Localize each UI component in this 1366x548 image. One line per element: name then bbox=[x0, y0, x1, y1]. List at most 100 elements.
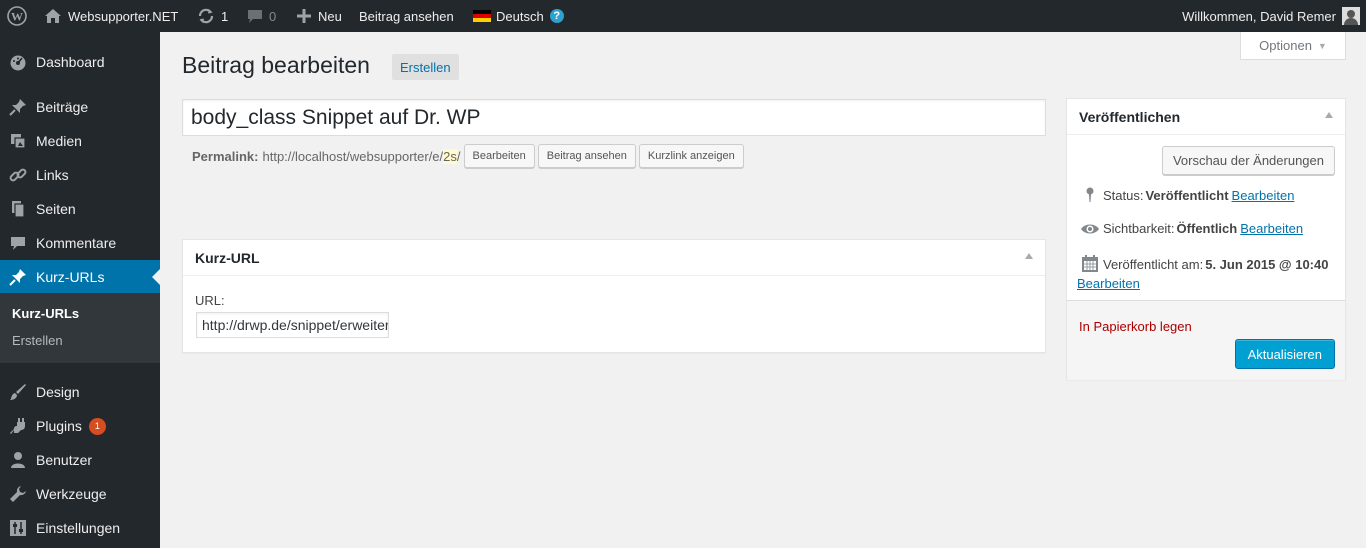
menu-settings-label: Einstellungen bbox=[36, 520, 121, 536]
menu-users[interactable]: Benutzer bbox=[0, 443, 160, 477]
edit-permalink-button[interactable]: Bearbeiten bbox=[463, 144, 535, 168]
admin-bar: W Websupporter.NET 1 0 Neu Beitrag anseh… bbox=[0, 0, 1366, 32]
kurz-url-metabox: Kurz-URL URL: http://drwp.de/snippet/erw… bbox=[182, 239, 1046, 353]
german-flag-icon bbox=[473, 10, 491, 22]
brush-icon bbox=[0, 383, 36, 401]
menu-dashboard[interactable]: Dashboard bbox=[0, 45, 160, 79]
post-title-input[interactable]: body_class Snippet auf Dr. WP bbox=[182, 99, 1046, 136]
home-icon bbox=[44, 8, 62, 24]
status-row: Status: Veröffentlicht Bearbeiten bbox=[1077, 187, 1294, 203]
menu-links[interactable]: Links bbox=[0, 158, 160, 192]
short-url-input[interactable]: http://drwp.de/snippet/erweitere-die-bod… bbox=[196, 312, 389, 338]
update-button[interactable]: Aktualisieren bbox=[1234, 339, 1335, 369]
updates-count: 1 bbox=[221, 8, 229, 24]
admin-sidebar: Dashboard Beiträge Medien Links Seiten K… bbox=[0, 32, 160, 548]
publish-actions: In Papierkorb legen Aktualisieren bbox=[1067, 300, 1345, 380]
add-new-button[interactable]: Erstellen bbox=[392, 54, 459, 80]
calendar-icon bbox=[1077, 255, 1103, 273]
collapse-arrow-icon[interactable] bbox=[1025, 253, 1033, 259]
edit-visibility-link[interactable]: Bearbeiten bbox=[1240, 221, 1303, 236]
language-switcher[interactable]: Deutsch ? bbox=[473, 0, 564, 32]
view-post-button[interactable]: Beitrag ansehen bbox=[537, 144, 636, 168]
wrench-icon bbox=[0, 485, 36, 503]
permalink-trailing: / bbox=[456, 148, 461, 164]
status-value: Veröffentlicht bbox=[1145, 187, 1229, 203]
help-icon[interactable]: ? bbox=[549, 9, 564, 23]
menu-comments-label: Kommentare bbox=[36, 235, 117, 251]
visibility-label: Sichtbarkeit: bbox=[1103, 221, 1175, 236]
edit-date-link[interactable]: Bearbeiten bbox=[1077, 276, 1140, 291]
menu-media-label: Medien bbox=[36, 133, 82, 149]
menu-pages[interactable]: Seiten bbox=[0, 192, 160, 226]
menu-links-label: Links bbox=[36, 167, 69, 183]
settings-sliders-icon bbox=[0, 519, 36, 537]
permalink-base[interactable]: http://localhost/websupporter/e/ bbox=[262, 149, 443, 164]
comments-link[interactable]: 0 bbox=[247, 0, 276, 32]
comments-count: 0 bbox=[269, 8, 277, 24]
new-label: Neu bbox=[318, 8, 342, 24]
published-label: Veröffentlicht am: bbox=[1103, 256, 1204, 272]
preview-changes-button[interactable]: Vorschau der Änderungen bbox=[1161, 146, 1335, 175]
menu-shorturls-label: Kurz-URLs bbox=[36, 269, 105, 285]
menu-media[interactable]: Medien bbox=[0, 124, 160, 158]
comment-icon bbox=[0, 234, 36, 252]
wordpress-logo-icon[interactable]: W bbox=[7, 0, 27, 32]
submenu-shorturls[interactable]: Kurz-URLs bbox=[12, 306, 79, 321]
screen-options-label: Optionen bbox=[1259, 38, 1312, 53]
shorturls-submenu: Kurz-URLs Erstellen bbox=[0, 293, 160, 363]
menu-design[interactable]: Design bbox=[0, 375, 160, 409]
menu-pages-label: Seiten bbox=[36, 201, 76, 217]
view-post-label: Beitrag ansehen bbox=[359, 8, 454, 24]
publish-metabox: Veröffentlichen Vorschau der Änderungen … bbox=[1066, 98, 1346, 380]
pages-icon bbox=[0, 200, 36, 218]
site-name: Websupporter.NET bbox=[68, 8, 179, 24]
caret-down-icon: ▼ bbox=[1317, 40, 1327, 51]
svg-text:W: W bbox=[11, 10, 23, 24]
screen-options-button[interactable]: Optionen ▼ bbox=[1240, 32, 1346, 60]
publish-title[interactable]: Veröffentlichen bbox=[1067, 99, 1345, 135]
language-label: Deutsch bbox=[496, 8, 544, 24]
permalink-slug[interactable]: 2s bbox=[443, 148, 457, 164]
plugin-icon bbox=[0, 417, 36, 435]
url-label: URL: bbox=[195, 293, 225, 308]
published-date-row: Veröffentlicht am: 5. Jun 2015 @ 10:40 bbox=[1077, 255, 1331, 273]
edit-status-link[interactable]: Bearbeiten bbox=[1232, 188, 1295, 203]
media-icon bbox=[0, 132, 36, 150]
menu-posts-label: Beiträge bbox=[36, 99, 89, 115]
pushpin-icon bbox=[0, 98, 36, 116]
move-to-trash-link[interactable]: In Papierkorb legen bbox=[1079, 319, 1192, 334]
menu-design-label: Design bbox=[36, 384, 80, 400]
avatar bbox=[1342, 7, 1360, 25]
menu-shorturls[interactable]: Kurz-URLs bbox=[0, 260, 160, 294]
link-icon bbox=[0, 166, 36, 184]
menu-posts[interactable]: Beiträge bbox=[0, 90, 160, 124]
menu-tools-label: Werkzeuge bbox=[36, 486, 107, 502]
show-shortlink-button[interactable]: Kurzlink anzeigen bbox=[638, 144, 744, 168]
dashboard-icon bbox=[0, 53, 36, 71]
visibility-value: Öffentlich bbox=[1176, 221, 1238, 236]
permalink-label: Permalink: bbox=[192, 148, 259, 164]
updates-icon bbox=[197, 7, 215, 25]
menu-tools[interactable]: Werkzeuge bbox=[0, 477, 160, 511]
page-title: Beitrag bearbeiten bbox=[182, 52, 370, 78]
user-icon bbox=[0, 451, 36, 469]
published-edit-row: Bearbeiten bbox=[1077, 276, 1140, 291]
new-content-link[interactable]: Neu bbox=[296, 0, 342, 32]
menu-settings[interactable]: Einstellungen bbox=[0, 511, 160, 545]
plugins-update-badge: 1 bbox=[88, 417, 106, 435]
status-label: Status: bbox=[1103, 187, 1144, 203]
my-account-link[interactable]: Willkommen, David Remer bbox=[1182, 0, 1360, 32]
submenu-create[interactable]: Erstellen bbox=[12, 333, 63, 348]
menu-comments[interactable]: Kommentare bbox=[0, 226, 160, 260]
collapse-arrow-icon[interactable] bbox=[1325, 112, 1333, 118]
comment-icon bbox=[247, 8, 263, 24]
updates-link[interactable]: 1 bbox=[197, 0, 228, 32]
menu-plugins[interactable]: Plugins 1 bbox=[0, 409, 160, 443]
kurz-url-title[interactable]: Kurz-URL bbox=[183, 240, 1045, 276]
view-post-link[interactable]: Beitrag ansehen bbox=[359, 0, 454, 32]
eye-icon bbox=[1077, 222, 1103, 236]
pushpin-icon bbox=[0, 268, 36, 286]
site-name-link[interactable]: Websupporter.NET bbox=[44, 0, 178, 32]
greeting: Willkommen, David Remer bbox=[1182, 8, 1336, 24]
pin-icon bbox=[1077, 187, 1103, 203]
